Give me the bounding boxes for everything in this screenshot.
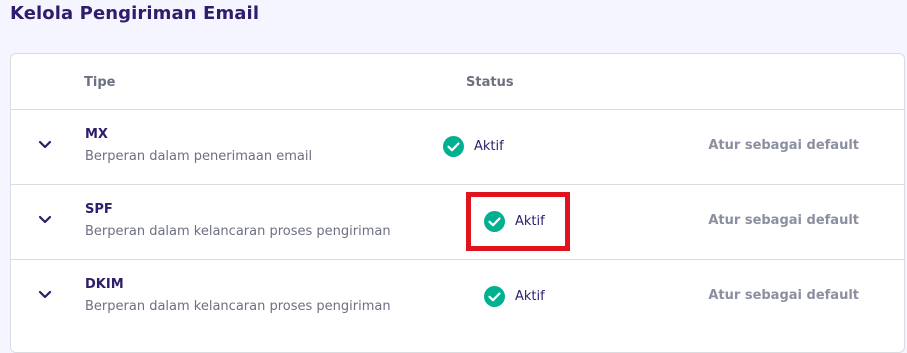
table-header: Tipe Status: [11, 54, 904, 110]
check-circle-icon: [443, 136, 464, 157]
set-default-button[interactable]: Atur sebagai default: [708, 213, 859, 228]
table-row-spf[interactable]: SPF Berperan dalam kelancaran proses pen…: [11, 185, 904, 260]
record-type-name: MX: [85, 127, 108, 142]
status-label: Aktif: [515, 289, 545, 304]
record-type-name: DKIM: [85, 277, 124, 292]
chevron-down-icon[interactable]: [38, 290, 52, 300]
chevron-down-icon[interactable]: [38, 215, 52, 225]
status-label: Aktif: [474, 139, 504, 154]
record-type-description: Berperan dalam penerimaan email: [85, 149, 313, 164]
check-circle-icon: [484, 286, 505, 307]
record-type-description: Berperan dalam kelancaran proses pengiri…: [85, 224, 391, 239]
chevron-down-icon[interactable]: [38, 140, 52, 150]
record-type-description: Berperan dalam kelancaran proses pengiri…: [85, 299, 391, 314]
column-header-status: Status: [466, 75, 514, 90]
record-type-name: SPF: [85, 202, 113, 217]
status-indicator: Aktif: [484, 286, 545, 307]
set-default-button[interactable]: Atur sebagai default: [708, 138, 859, 153]
set-default-button[interactable]: Atur sebagai default: [708, 288, 859, 303]
column-header-tipe: Tipe: [84, 75, 116, 90]
table-row-dkim[interactable]: DKIM Berperan dalam kelancaran proses pe…: [11, 260, 904, 335]
page-title: Kelola Pengiriman Email: [10, 3, 260, 24]
email-records-table: Tipe Status MX Berperan dalam penerimaan…: [10, 53, 905, 353]
status-indicator: Aktif: [443, 136, 504, 157]
table-row-mx[interactable]: MX Berperan dalam penerimaan email Aktif…: [11, 110, 904, 185]
highlight-annotation-box: [466, 192, 570, 251]
